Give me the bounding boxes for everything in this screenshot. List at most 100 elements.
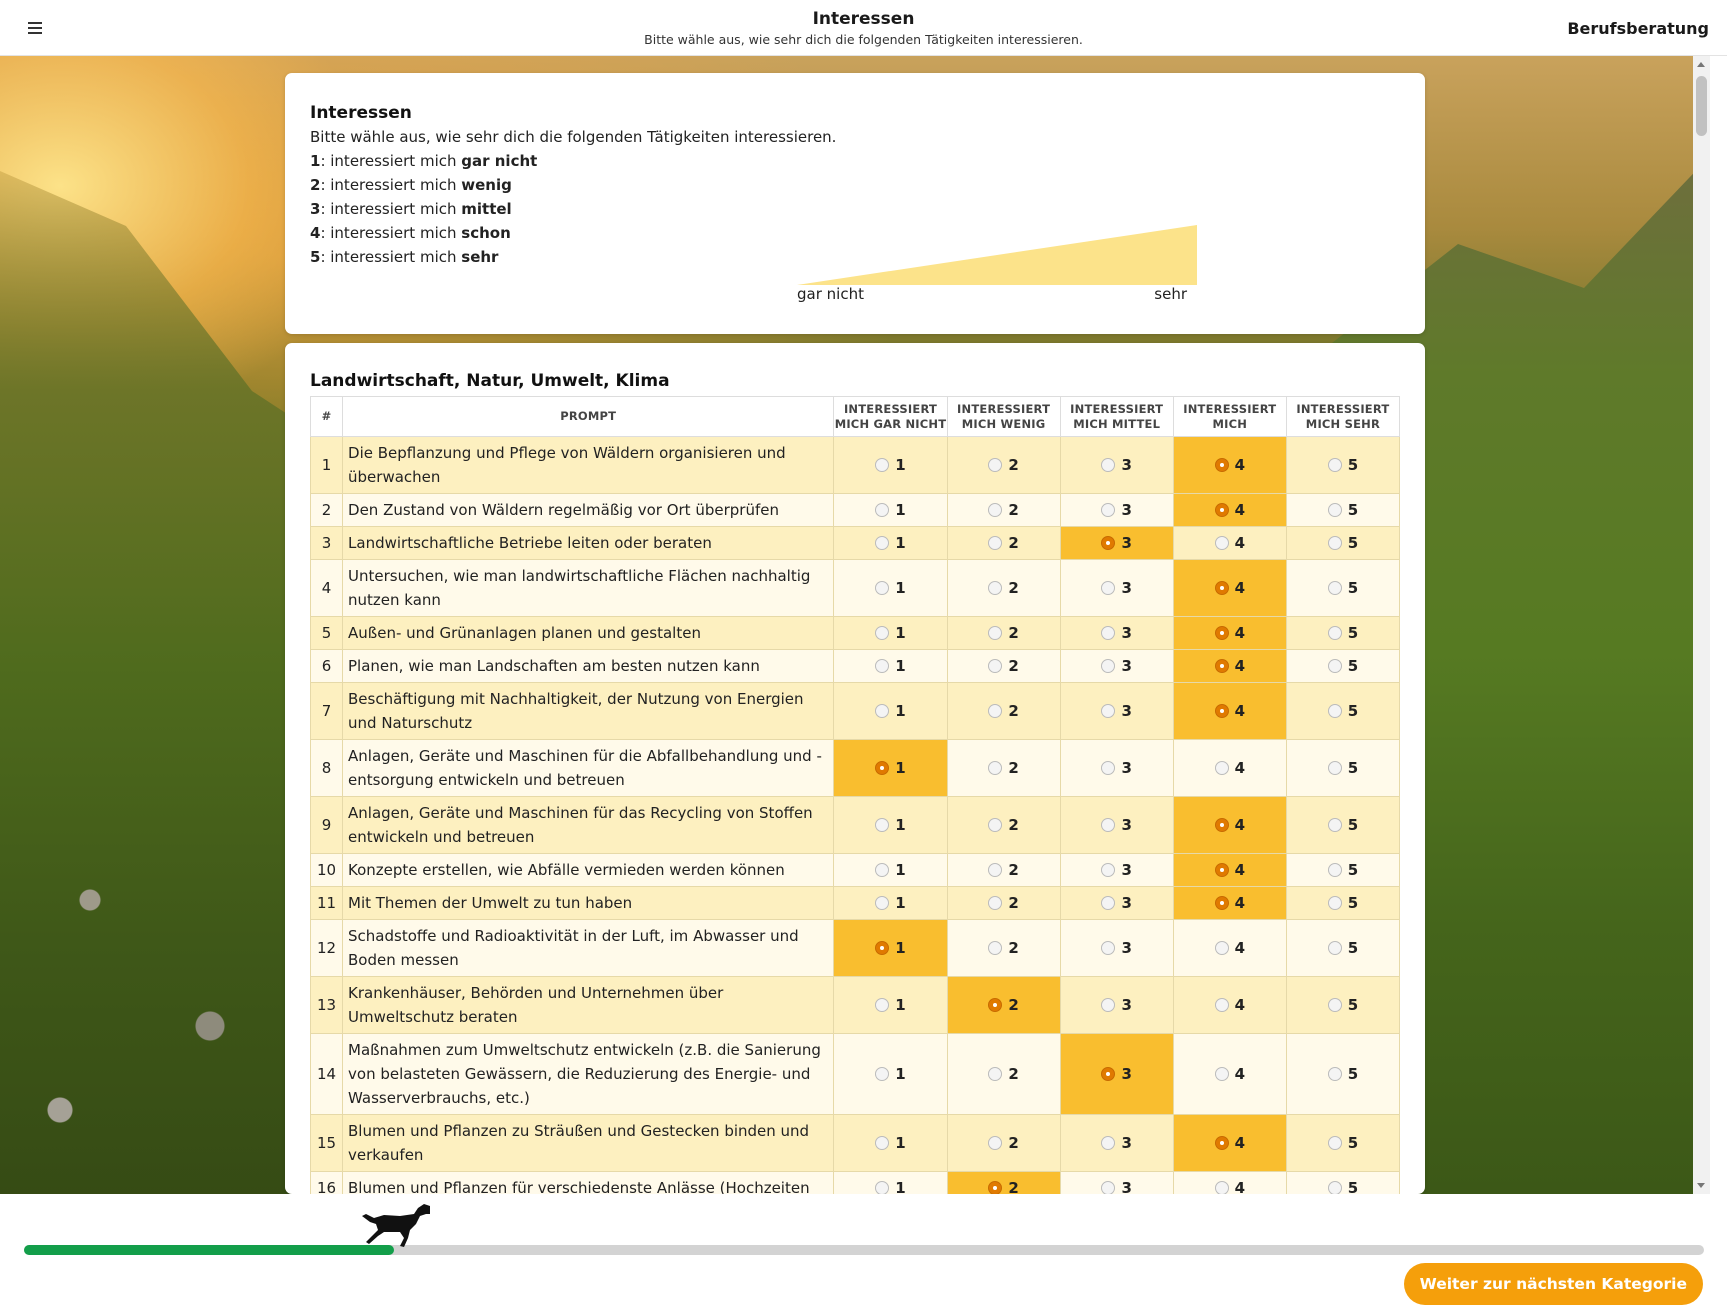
- option-cell-5[interactable]: 5: [1285, 739, 1401, 797]
- option-cell-2[interactable]: 2: [946, 616, 1061, 650]
- radio-checked-icon[interactable]: [1214, 458, 1229, 472]
- option-cell-4[interactable]: 4: [1172, 436, 1287, 494]
- option-cell-1[interactable]: 1: [833, 796, 948, 854]
- option-cell-5[interactable]: 5: [1285, 1114, 1401, 1172]
- option-cell-2[interactable]: 2: [946, 1114, 1061, 1172]
- radio-unchecked-icon[interactable]: [1214, 761, 1229, 775]
- radio-unchecked-icon[interactable]: [1327, 818, 1342, 832]
- option-cell-2[interactable]: 2: [946, 649, 1061, 683]
- option-cell-5[interactable]: 5: [1285, 976, 1401, 1034]
- radio-unchecked-icon[interactable]: [988, 458, 1003, 472]
- scroll-thumb[interactable]: [1696, 76, 1707, 136]
- option-cell-3[interactable]: 3: [1059, 1171, 1174, 1194]
- option-cell-5[interactable]: 5: [1285, 1171, 1401, 1194]
- radio-checked-icon[interactable]: [1214, 1136, 1229, 1150]
- option-cell-5[interactable]: 5: [1285, 682, 1401, 740]
- radio-unchecked-icon[interactable]: [1327, 863, 1342, 877]
- option-cell-1[interactable]: 1: [833, 616, 948, 650]
- option-cell-1[interactable]: 1: [833, 649, 948, 683]
- option-cell-4[interactable]: 4: [1172, 559, 1287, 617]
- option-cell-2[interactable]: 2: [946, 436, 1061, 494]
- option-cell-1[interactable]: 1: [833, 526, 948, 560]
- radio-unchecked-icon[interactable]: [875, 1181, 890, 1194]
- option-cell-5[interactable]: 5: [1285, 493, 1401, 527]
- radio-checked-icon[interactable]: [1214, 818, 1229, 832]
- radio-unchecked-icon[interactable]: [875, 1136, 890, 1150]
- option-cell-1[interactable]: 1: [833, 1114, 948, 1172]
- option-cell-1[interactable]: 1: [833, 739, 948, 797]
- radio-unchecked-icon[interactable]: [988, 626, 1003, 640]
- option-cell-3[interactable]: 3: [1059, 493, 1174, 527]
- radio-checked-icon[interactable]: [1214, 581, 1229, 595]
- option-cell-1[interactable]: 1: [833, 976, 948, 1034]
- radio-unchecked-icon[interactable]: [875, 818, 890, 832]
- radio-unchecked-icon[interactable]: [1327, 659, 1342, 673]
- option-cell-1[interactable]: 1: [833, 1171, 948, 1194]
- option-cell-5[interactable]: 5: [1285, 853, 1401, 887]
- option-cell-1[interactable]: 1: [833, 919, 948, 977]
- option-cell-4[interactable]: 4: [1172, 1114, 1287, 1172]
- option-cell-1[interactable]: 1: [833, 682, 948, 740]
- option-cell-4[interactable]: 4: [1172, 886, 1287, 920]
- radio-unchecked-icon[interactable]: [1101, 704, 1116, 718]
- radio-unchecked-icon[interactable]: [1214, 941, 1229, 955]
- option-cell-3[interactable]: 3: [1059, 919, 1174, 977]
- option-cell-3[interactable]: 3: [1059, 796, 1174, 854]
- radio-unchecked-icon[interactable]: [1214, 536, 1229, 550]
- option-cell-4[interactable]: 4: [1172, 739, 1287, 797]
- option-cell-1[interactable]: 1: [833, 493, 948, 527]
- radio-unchecked-icon[interactable]: [1327, 503, 1342, 517]
- option-cell-2[interactable]: 2: [946, 919, 1061, 977]
- radio-checked-icon[interactable]: [875, 761, 890, 775]
- option-cell-4[interactable]: 4: [1172, 796, 1287, 854]
- option-cell-5[interactable]: 5: [1285, 649, 1401, 683]
- option-cell-1[interactable]: 1: [833, 559, 948, 617]
- radio-unchecked-icon[interactable]: [988, 1067, 1003, 1081]
- radio-checked-icon[interactable]: [1214, 626, 1229, 640]
- radio-unchecked-icon[interactable]: [988, 704, 1003, 718]
- radio-unchecked-icon[interactable]: [1327, 458, 1342, 472]
- option-cell-5[interactable]: 5: [1285, 1033, 1401, 1115]
- radio-unchecked-icon[interactable]: [1101, 659, 1116, 673]
- option-cell-2[interactable]: 2: [946, 976, 1061, 1034]
- option-cell-3[interactable]: 3: [1059, 436, 1174, 494]
- option-cell-3[interactable]: 3: [1059, 559, 1174, 617]
- radio-checked-icon[interactable]: [1214, 503, 1229, 517]
- radio-unchecked-icon[interactable]: [988, 503, 1003, 517]
- radio-unchecked-icon[interactable]: [1327, 761, 1342, 775]
- radio-unchecked-icon[interactable]: [1101, 896, 1116, 910]
- page-scrollbar[interactable]: [1693, 56, 1710, 1194]
- radio-unchecked-icon[interactable]: [1327, 536, 1342, 550]
- option-cell-3[interactable]: 3: [1059, 682, 1174, 740]
- radio-unchecked-icon[interactable]: [1327, 581, 1342, 595]
- radio-unchecked-icon[interactable]: [988, 761, 1003, 775]
- next-category-button[interactable]: Weiter zur nächsten Kategorie: [1403, 1263, 1703, 1305]
- option-cell-3[interactable]: 3: [1059, 1033, 1174, 1115]
- radio-unchecked-icon[interactable]: [1101, 863, 1116, 877]
- option-cell-3[interactable]: 3: [1059, 1114, 1174, 1172]
- radio-unchecked-icon[interactable]: [1327, 1181, 1342, 1194]
- option-cell-2[interactable]: 2: [946, 886, 1061, 920]
- option-cell-4[interactable]: 4: [1172, 682, 1287, 740]
- option-cell-4[interactable]: 4: [1172, 526, 1287, 560]
- radio-unchecked-icon[interactable]: [1327, 998, 1342, 1012]
- option-cell-4[interactable]: 4: [1172, 1033, 1287, 1115]
- option-cell-4[interactable]: 4: [1172, 853, 1287, 887]
- option-cell-2[interactable]: 2: [946, 493, 1061, 527]
- option-cell-5[interactable]: 5: [1285, 796, 1401, 854]
- option-cell-2[interactable]: 2: [946, 1171, 1061, 1194]
- radio-unchecked-icon[interactable]: [988, 1136, 1003, 1150]
- radio-unchecked-icon[interactable]: [875, 659, 890, 673]
- option-cell-5[interactable]: 5: [1285, 559, 1401, 617]
- radio-unchecked-icon[interactable]: [1101, 581, 1116, 595]
- radio-unchecked-icon[interactable]: [1327, 704, 1342, 718]
- option-cell-3[interactable]: 3: [1059, 526, 1174, 560]
- radio-checked-icon[interactable]: [1214, 896, 1229, 910]
- radio-checked-icon[interactable]: [1214, 704, 1229, 718]
- option-cell-3[interactable]: 3: [1059, 649, 1174, 683]
- option-cell-5[interactable]: 5: [1285, 919, 1401, 977]
- radio-unchecked-icon[interactable]: [988, 659, 1003, 673]
- radio-unchecked-icon[interactable]: [988, 818, 1003, 832]
- option-cell-4[interactable]: 4: [1172, 976, 1287, 1034]
- radio-unchecked-icon[interactable]: [875, 458, 890, 472]
